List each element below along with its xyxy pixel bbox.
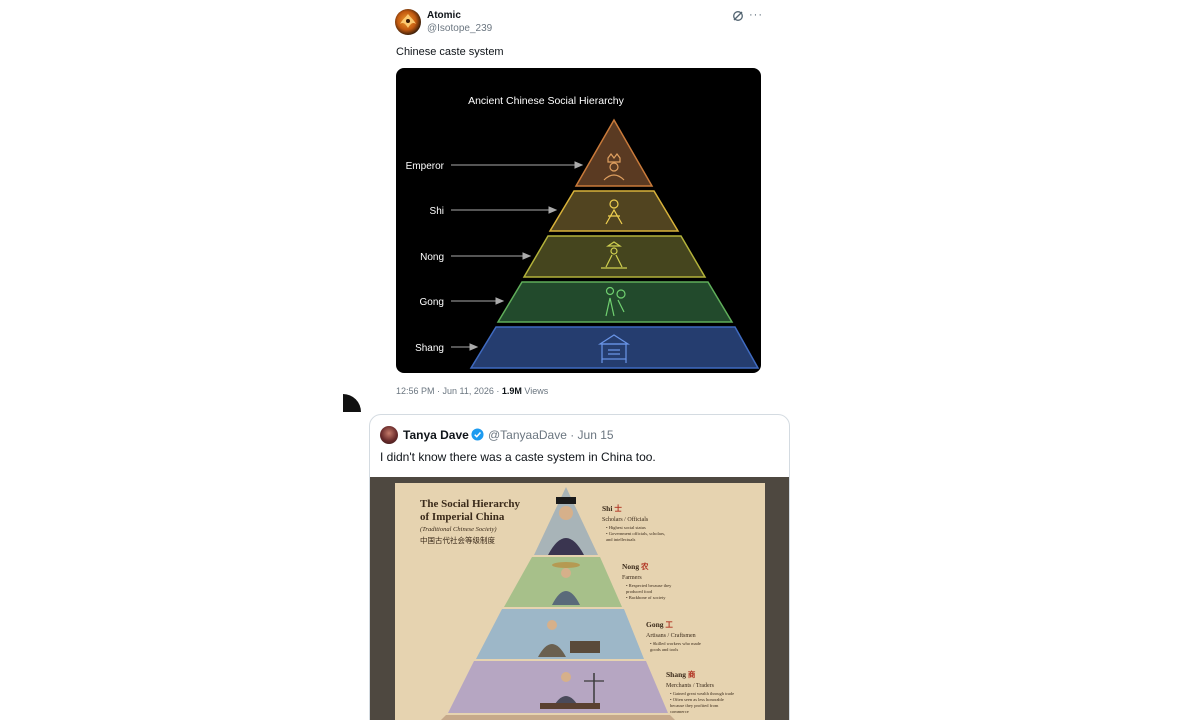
level-label-shi: Shi [430,206,444,217]
poster-subtitle: (Traditional Chinese Society) [420,526,497,533]
svg-text:Artisans / Craftsmen: Artisans / Craftsmen [646,632,696,639]
phoenix-logo-icon [400,14,416,28]
verified-badge-icon [471,428,484,441]
level-label-nong: Nong [420,252,444,263]
author-name[interactable]: Tanya Dave [403,428,469,442]
poster-chinese-caption: 中国古代社会等级制度 [420,535,495,545]
svg-text:produced food: produced food [626,589,653,594]
tweet-tanya[interactable]: Tanya Dave @TanyaaDave · Jun 15 I didn't… [369,414,790,720]
tier-emperor [574,118,654,187]
svg-text:• Often seen as less honorable: • Often seen as less honorable [670,697,724,702]
svg-text:Nong 农: Nong 农 [622,561,649,571]
tweet-atomic[interactable]: Atomic @Isotope_239 ··· Chinese caste sy… [382,0,778,408]
page: Atomic @Isotope_239 ··· Chinese caste sy… [0,0,1200,720]
svg-text:• Backbone of society: • Backbone of society [626,595,666,600]
avatar[interactable] [380,426,398,444]
svg-text:commerce: commerce [670,709,689,714]
level-label-emperor: Emperor [406,161,445,172]
author-handle[interactable]: @Isotope_239 [427,23,492,34]
level-label-gong: Gong [420,297,444,308]
svg-text:• Skilled workers who made: • Skilled workers who made [650,641,701,646]
svg-text:Gong 工: Gong 工 [646,620,673,629]
tweet-image[interactable]: Ancient Chinese Social Hierarchy Emperor… [396,68,761,373]
tweet-text: I didn't know there was a caste system i… [380,450,656,464]
tier-shang [469,326,760,369]
avatar[interactable] [395,9,421,35]
svg-text:• Respected because they: • Respected because they [626,583,672,588]
svg-text:because they profited from: because they profited from [670,703,719,708]
timestamp[interactable]: 12:56 PM · Jun 11, 2026 · [396,386,502,396]
svg-text:Shi 士: Shi 士 [602,503,622,513]
museum-poster-graphic: The Social Hierarchy of Imperial China (… [370,477,789,720]
tweet-text: Chinese caste system [396,46,504,58]
hierarchy-pyramid-graphic: Ancient Chinese Social Hierarchy Emperor… [406,95,760,369]
tweet-meta: 12:56 PM · Jun 11, 2026 · 1.9M Views [396,386,548,396]
svg-text:and intellectuals: and intellectuals [606,537,636,542]
author-name[interactable]: Atomic [427,10,461,21]
tweet-image[interactable]: The Social Hierarchy of Imperial China (… [370,477,789,720]
svg-text:• Gained great wealth through: • Gained great wealth through trade [670,691,734,696]
tier-gong [496,281,734,323]
author-handle[interactable]: @TanyaaDave · Jun 15 [488,428,614,442]
tier-base [441,715,675,720]
poster-title-line2: of Imperial China [420,511,505,523]
svg-text:Shang 商: Shang 商 [666,669,696,679]
views-count: 1.9M [501,386,522,396]
level-label-shang: Shang [415,343,444,354]
svg-text:Merchants / Traders: Merchants / Traders [666,683,715,689]
pyramid-title: Ancient Chinese Social Hierarchy [468,95,625,107]
svg-text:Scholars / Officials: Scholars / Officials [602,516,649,523]
more-icon[interactable]: ··· [749,9,763,21]
cursor-mark-icon [343,394,361,412]
grok-icon[interactable] [732,10,744,22]
svg-text:Farmers: Farmers [622,575,642,581]
svg-text:goods and tools: goods and tools [650,647,678,652]
poster-title-line1: The Social Hierarchy [420,498,521,510]
views-label: Views [521,386,549,396]
svg-text:• Highest social status: • Highest social status [606,525,646,530]
